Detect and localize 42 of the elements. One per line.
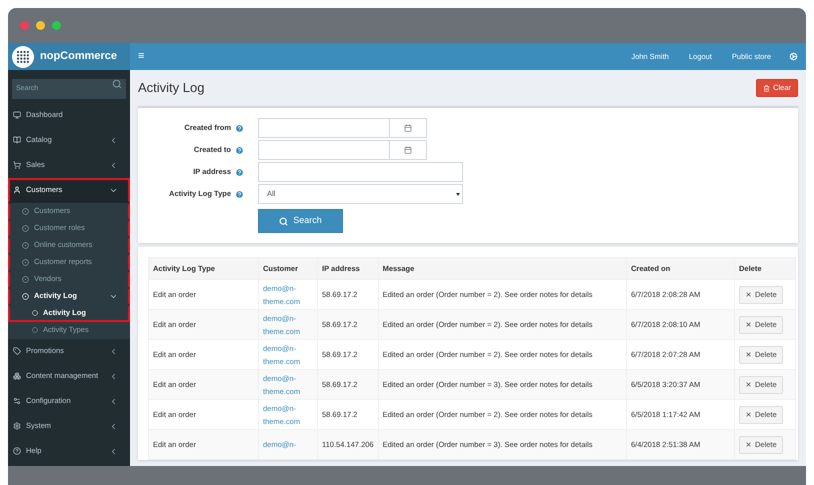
calendar-icon xyxy=(404,146,412,154)
search-button[interactable]: Search xyxy=(258,209,343,233)
circle-dot-icon xyxy=(22,242,29,248)
dropdown-arrow-icon xyxy=(456,192,460,196)
monitor-icon xyxy=(13,111,21,119)
trash-icon xyxy=(763,84,770,92)
close-icon xyxy=(745,441,752,448)
user-icon xyxy=(13,186,21,194)
close-icon xyxy=(745,411,752,418)
calendar-icon xyxy=(404,124,412,132)
help-icon xyxy=(13,447,21,455)
circle-icon xyxy=(32,327,38,333)
circle-dot-icon xyxy=(22,224,29,232)
logo-icon xyxy=(12,46,34,68)
menu-toggle[interactable]: ≡ xyxy=(138,48,144,65)
circle-dot-icon xyxy=(22,276,29,282)
boxes-icon xyxy=(13,372,21,380)
calendar-button[interactable] xyxy=(390,118,427,138)
input-field[interactable] xyxy=(258,162,463,182)
circle-dot-icon xyxy=(22,208,29,214)
gear-icon xyxy=(13,422,21,430)
search-icon[interactable] xyxy=(112,79,122,89)
logo-text: nopCommerce xyxy=(40,49,118,64)
close-icon xyxy=(745,381,752,388)
circle-icon xyxy=(32,310,38,316)
date-field[interactable] xyxy=(258,118,390,138)
help-icon[interactable] xyxy=(235,190,244,198)
search-icon xyxy=(279,216,288,226)
help-icon[interactable] xyxy=(235,168,244,176)
date-field[interactable] xyxy=(258,140,390,160)
cart-icon xyxy=(13,161,21,169)
page-title: Activity Log xyxy=(138,79,204,98)
close-icon xyxy=(745,321,752,328)
calendar-button[interactable] xyxy=(390,140,427,160)
circle-dot-icon xyxy=(22,258,29,266)
close-icon xyxy=(745,291,752,298)
circle-dot-icon xyxy=(22,292,29,300)
help-icon[interactable] xyxy=(235,124,244,132)
help-icon[interactable] xyxy=(235,146,244,154)
tag-icon xyxy=(13,347,21,355)
close-icon xyxy=(745,351,752,358)
book-icon xyxy=(13,136,21,144)
